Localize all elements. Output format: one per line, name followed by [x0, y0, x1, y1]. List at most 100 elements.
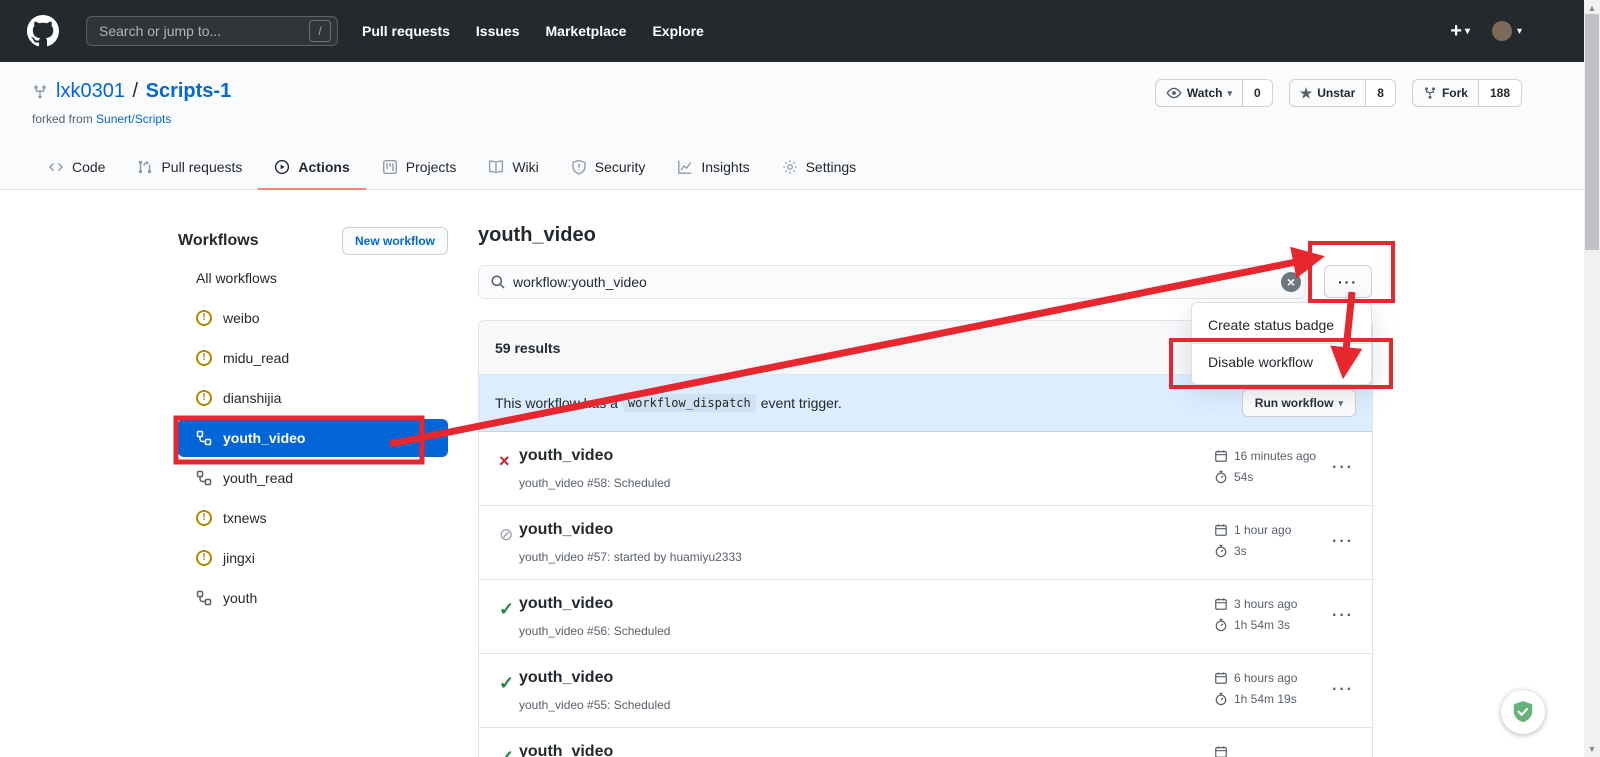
unstar-label: Unstar: [1317, 86, 1355, 100]
menu-item-disable-workflow[interactable]: Disable workflow: [1192, 343, 1371, 380]
nav-explore[interactable]: Explore: [652, 23, 703, 39]
github-header: / Pull requests Issues Marketplace Explo…: [0, 0, 1600, 62]
sidebar-item-label: jingxi: [223, 550, 255, 566]
run-title-link[interactable]: youth_video: [519, 447, 613, 465]
global-search-input[interactable]: [97, 22, 309, 40]
workflow-run-row[interactable]: ✓ youth_video youth_video #56: Scheduled…: [479, 580, 1372, 654]
run-title-link[interactable]: youth_video: [519, 521, 613, 539]
kebab-menu-icon[interactable]: ···: [1332, 533, 1354, 551]
check-success-icon: ✓: [499, 748, 514, 757]
forked-from-label: forked from: [32, 112, 93, 126]
workflow-run-row[interactable]: ✓ youth_video youth_video #55: Scheduled…: [479, 654, 1372, 728]
kebab-menu-icon[interactable]: ···: [1332, 681, 1354, 699]
nav-pull-requests[interactable]: Pull requests: [362, 23, 450, 39]
tab-code[interactable]: Code: [32, 146, 121, 190]
run-time: 3 hours ago: [1234, 597, 1297, 611]
run-title-link[interactable]: youth_video: [519, 595, 613, 613]
star-count[interactable]: 8: [1366, 79, 1396, 107]
stopwatch-icon: [1214, 470, 1228, 484]
workflows-heading: Workflows: [178, 232, 259, 250]
run-title-link[interactable]: youth_video: [519, 743, 613, 757]
tab-insights[interactable]: Insights: [661, 146, 765, 190]
sidebar-item-youth-video[interactable]: youth_video: [178, 419, 448, 457]
run-duration: 3s: [1234, 544, 1247, 558]
forked-from-link[interactable]: Sunert/Scripts: [96, 112, 171, 126]
warning-icon: !: [196, 550, 212, 566]
workflow-run-row[interactable]: ⊘ youth_video youth_video #57: started b…: [479, 506, 1372, 580]
tab-actions[interactable]: Actions: [258, 146, 365, 190]
results-count: 59 results: [495, 340, 560, 356]
warning-icon: !: [196, 310, 212, 326]
kebab-menu-icon[interactable]: ···: [1332, 607, 1354, 625]
workflow-run-row[interactable]: × youth_video youth_video #58: Scheduled…: [479, 432, 1372, 506]
sidebar-item-label: youth_video: [223, 430, 305, 446]
sidebar-item-youth-read[interactable]: youth_read: [178, 458, 448, 498]
watch-group: Watch ▾ 0: [1155, 79, 1273, 107]
sidebar-item-label: midu_read: [223, 350, 289, 366]
watch-count[interactable]: 0: [1243, 79, 1273, 107]
sidebar-item-label: weibo: [223, 310, 260, 326]
page-scrollbar[interactable]: ▲ ▼: [1584, 0, 1600, 757]
sidebar-item-youth[interactable]: youth: [178, 578, 448, 618]
repo-forked-icon: [32, 84, 48, 100]
tab-pull-requests[interactable]: Pull requests: [121, 146, 258, 190]
page-title: youth_video: [478, 224, 596, 247]
cancelled-icon: ⊘: [499, 526, 513, 543]
book-icon: [488, 159, 504, 175]
kebab-menu-icon[interactable]: ···: [1332, 459, 1354, 477]
github-logo-icon[interactable]: [27, 15, 59, 47]
tab-projects[interactable]: Projects: [366, 146, 473, 190]
sidebar-item-label: youth_read: [223, 470, 293, 486]
clear-search-button[interactable]: ×: [1281, 272, 1301, 292]
tab-settings[interactable]: Settings: [766, 146, 873, 190]
run-workflow-button[interactable]: Run workflow ▾: [1242, 389, 1356, 417]
run-duration: 1h 54m 19s: [1234, 692, 1297, 706]
graph-icon: [677, 159, 693, 175]
tab-label: Code: [72, 159, 105, 175]
sidebar-item-jingxi[interactable]: ! jingxi: [178, 538, 448, 578]
watch-button[interactable]: Watch ▾: [1155, 79, 1243, 107]
new-workflow-button[interactable]: New workflow: [342, 227, 448, 255]
run-title-link[interactable]: youth_video: [519, 669, 613, 687]
sidebar-item-weibo[interactable]: ! weibo: [178, 298, 448, 338]
sidebar-item-label: youth: [223, 590, 257, 606]
unstar-button[interactable]: ★ Unstar: [1289, 79, 1367, 107]
sidebar-item-dianshijia[interactable]: ! dianshijia: [178, 378, 448, 418]
nav-marketplace[interactable]: Marketplace: [546, 23, 627, 39]
stopwatch-icon: [1214, 692, 1228, 706]
user-menu[interactable]: ▾: [1492, 21, 1522, 41]
workflow-search-input[interactable]: [478, 265, 1306, 299]
create-new-dropdown[interactable]: + ▾: [1450, 20, 1470, 43]
sidebar-item-label: txnews: [223, 510, 267, 526]
fork-button[interactable]: Fork: [1412, 79, 1479, 107]
nav-issues[interactable]: Issues: [476, 23, 520, 39]
workflow-icon: [196, 590, 212, 606]
calendar-icon: [1214, 597, 1228, 611]
tab-label: Actions: [298, 159, 349, 175]
repo-owner-link[interactable]: lxk0301: [56, 80, 125, 102]
adguard-extension-badge[interactable]: [1501, 690, 1545, 734]
run-subtitle: youth_video #58: Scheduled: [519, 476, 670, 490]
workflow-run-row[interactable]: ✓ youth_video: [479, 728, 1372, 757]
project-icon: [382, 159, 398, 175]
sidebar-item-midu-read[interactable]: ! midu_read: [178, 338, 448, 378]
menu-item-create-status-badge[interactable]: Create status badge: [1192, 307, 1371, 343]
tab-security[interactable]: Security: [555, 146, 662, 190]
tab-wiki[interactable]: Wiki: [472, 146, 554, 190]
fork-count[interactable]: 188: [1479, 79, 1522, 107]
sidebar-item-txnews[interactable]: ! txnews: [178, 498, 448, 538]
banner-code: workflow_dispatch: [623, 394, 756, 412]
run-subtitle: youth_video #57: started by huamiyu2333: [519, 550, 742, 564]
check-success-icon: ✓: [499, 600, 514, 618]
forked-from-note: forked from Sunert/Scripts: [32, 112, 171, 126]
repo-name-link[interactable]: Scripts-1: [146, 80, 232, 102]
sidebar-item-all-workflows[interactable]: All workflows: [178, 258, 448, 298]
global-search-box[interactable]: /: [86, 16, 338, 46]
repo-forked-icon: [1423, 86, 1437, 100]
scroll-down-icon[interactable]: ▼: [1584, 741, 1600, 757]
workflow-options-button[interactable]: ···: [1324, 265, 1372, 298]
fork-group: Fork 188: [1412, 79, 1522, 107]
scrollbar-thumb[interactable]: [1585, 14, 1599, 250]
watch-label: Watch: [1187, 86, 1223, 100]
calendar-icon: [1214, 523, 1228, 537]
